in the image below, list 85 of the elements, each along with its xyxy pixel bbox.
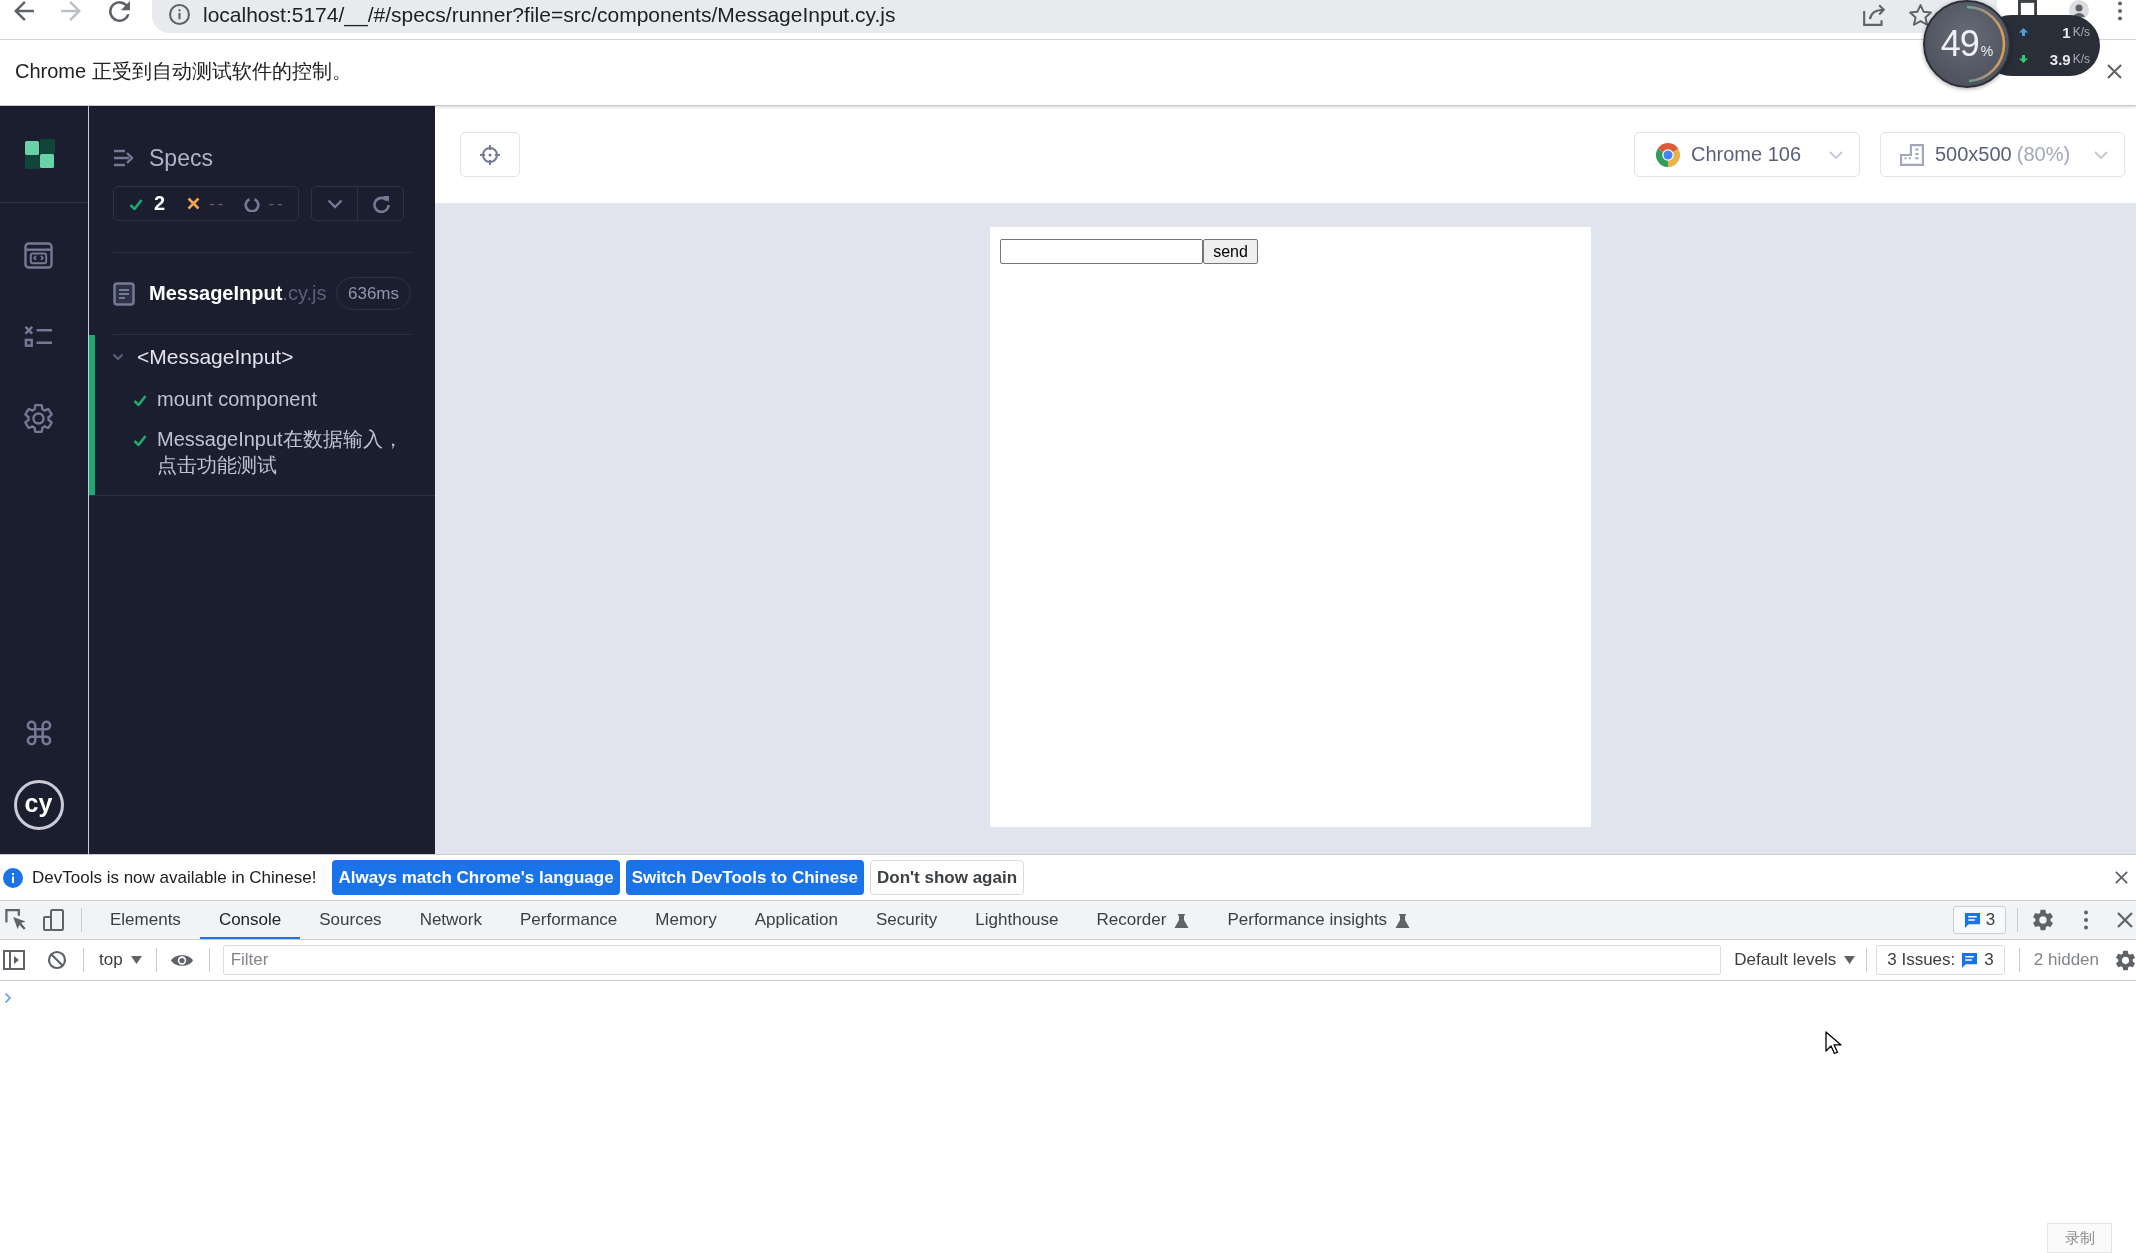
download-speed: 3.9: [2049, 50, 2071, 68]
notice-button[interactable]: Always match Chrome's language: [332, 860, 620, 895]
download-arrow-icon: [2019, 55, 2028, 63]
devtools-tab[interactable]: Network: [400, 901, 501, 939]
dropdown-caret-icon: [1844, 956, 1856, 964]
issues-button[interactable]: 3: [1953, 906, 2006, 934]
mouse-pointer-icon: [1825, 1031, 1842, 1055]
passed-count: 2: [154, 192, 166, 215]
more-icon[interactable]: [2084, 910, 2088, 930]
download-unit: K/s: [2072, 52, 2090, 66]
test-title[interactable]: mount component: [157, 386, 413, 412]
ruler-icon: [1900, 143, 1924, 166]
notice-text: DevTools is now available in Chinese!: [32, 867, 317, 888]
devtools-tab[interactable]: Performance insights: [1208, 901, 1430, 939]
pending-count: --: [268, 193, 286, 214]
settings-icon[interactable]: [24, 404, 53, 433]
context-dropdown[interactable]: top: [97, 950, 144, 970]
upload-unit: K/s: [2072, 25, 2090, 39]
caret-down-icon: [1829, 150, 1843, 159]
crosshair-button[interactable]: [460, 132, 520, 177]
cpu-usage-unit: %: [1980, 43, 1994, 59]
upload-speed: 1: [2062, 23, 2071, 41]
issues-button[interactable]: 3 Issues: 3: [1876, 945, 2005, 975]
file-icon: [113, 281, 135, 306]
clear-console-icon[interactable]: [47, 950, 67, 970]
notice-button[interactable]: Switch DevTools to Chinese: [625, 860, 864, 895]
close-icon[interactable]: [2115, 871, 2128, 884]
test-title[interactable]: MessageInput在数据输入，点击功能测试: [157, 426, 413, 478]
chevron-down-icon[interactable]: [112, 353, 124, 361]
browser-logo-icon: [1656, 142, 1680, 167]
cross-icon: [187, 197, 201, 210]
sidebar-toggle-icon[interactable]: [3, 950, 25, 970]
refresh-icon: [371, 194, 390, 213]
crosshair-icon: [479, 143, 501, 166]
back-arrow-icon[interactable]: [14, 1, 34, 21]
cy-logo[interactable]: cy: [13, 780, 64, 830]
log-levels-dropdown[interactable]: Default levels: [1734, 950, 1856, 970]
automation-notice-text: Chrome 正受到自动测试软件的控制。: [15, 59, 352, 84]
devtools-tab[interactable]: Application: [735, 901, 857, 939]
send-button[interactable]: send: [1203, 239, 1258, 264]
share-icon[interactable]: [1863, 3, 1885, 26]
devtools-tab[interactable]: Performance: [501, 901, 637, 939]
spec-file-name[interactable]: MessageInput.cy.js: [149, 282, 327, 305]
filter-field[interactable]: Filter: [222, 945, 1722, 975]
message-input-field[interactable]: [1000, 239, 1203, 264]
hidden-count: 2 hidden: [2033, 950, 2099, 970]
browser-dropdown[interactable]: Chrome 106: [1634, 132, 1860, 177]
devtools-tab[interactable]: Memory: [636, 901, 736, 939]
check-icon: [129, 197, 143, 210]
panel-title: Specs: [149, 144, 213, 172]
viewport-dropdown[interactable]: 500x500 (80%): [1880, 132, 2125, 177]
checklist-icon[interactable]: [24, 325, 53, 348]
close-icon[interactable]: [2117, 912, 2133, 928]
spinner-icon: [244, 195, 261, 212]
reload-icon[interactable]: [109, 1, 130, 22]
suite-title[interactable]: <MessageInput>: [137, 345, 294, 369]
chevron-down-icon: [326, 198, 343, 209]
close-icon[interactable]: [2107, 64, 2122, 79]
inspect-icon[interactable]: [5, 909, 27, 931]
list-arrow-icon[interactable]: [113, 149, 134, 167]
code-window-icon[interactable]: [24, 242, 53, 269]
devtools-tab[interactable]: Security: [856, 901, 957, 939]
command-key-icon[interactable]: [25, 720, 52, 746]
info-icon: [3, 867, 23, 888]
upload-arrow-icon: [2019, 28, 2028, 36]
more-icon[interactable]: [2118, 1, 2122, 21]
failed-count: --: [209, 193, 227, 214]
devtools-tab[interactable]: Lighthouse: [956, 901, 1078, 939]
settings-icon[interactable]: [2115, 949, 2136, 971]
dropdown-caret-icon: [130, 956, 142, 964]
devtools-tab[interactable]: Sources: [300, 901, 401, 939]
star-icon[interactable]: [1909, 3, 1932, 26]
prompt-chevron-icon: [4, 992, 12, 1004]
eye-icon[interactable]: [169, 954, 194, 966]
message-icon: [1961, 951, 1979, 969]
device-icon[interactable]: [43, 909, 64, 931]
url-text: localhost:5174/__/#/specs/runner?file=src/components/MessageInput.cy.js: [203, 2, 896, 27]
site-info-icon[interactable]: [169, 4, 190, 25]
checker-logo-icon[interactable]: [25, 139, 55, 169]
devtools-tab[interactable]: Recorder: [1077, 901, 1209, 939]
message-icon: [1963, 911, 1981, 929]
caret-down-icon: [2094, 150, 2108, 159]
devtools-tab[interactable]: Elements: [91, 901, 200, 939]
settings-icon[interactable]: [2032, 909, 2054, 931]
notice-button[interactable]: Don't show again: [870, 860, 1025, 895]
